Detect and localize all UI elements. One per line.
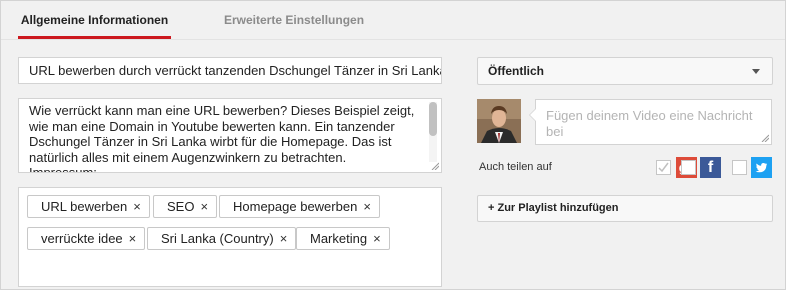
facebook-checkbox[interactable] [681,160,696,175]
avatar-photo [477,99,521,143]
tab-bar: Allgemeine Informationen Erweiterte Eins… [1,1,785,40]
tag-label: URL bewerben [41,199,128,214]
chevron-down-icon [752,69,760,74]
privacy-selected-value: Öffentlich [488,64,544,78]
checkmark-icon [658,162,669,173]
description-line: wie man eine Domain in Youtube bewerten … [29,118,395,134]
tag-remove-icon[interactable]: × [133,199,141,214]
tag-chip: Homepage bewerben × [219,195,380,218]
tags-input[interactable]: URL bewerben × SEO × Homepage bewerben × ve… [18,187,442,287]
tag-label: Marketing [310,231,368,246]
tab-general-info[interactable]: Allgemeine Informationen [18,1,171,39]
tag-label: Sri Lanka (Country) [161,231,274,246]
message-placeholder: Fügen deinem Video eine Nachricht bei [546,108,753,139]
tag-chip: Sri Lanka (Country) × [147,227,297,250]
resize-handle-icon[interactable] [761,134,769,142]
tag-remove-icon[interactable]: × [373,231,381,246]
add-to-playlist-button[interactable]: + Zur Playlist hinzufügen [477,195,773,222]
tag-chip: verrückte idee × [27,227,146,250]
twitter-checkbox[interactable] [732,160,747,175]
speech-arrow-inner [530,109,536,121]
twitter-icon[interactable] [751,157,772,178]
tag-remove-icon[interactable]: × [280,231,288,246]
resize-handle-icon[interactable] [431,162,439,170]
tag-chip: SEO × [153,195,218,218]
description-scrollbar[interactable] [429,102,437,162]
description-line: Impressum: [29,165,97,173]
video-title-input[interactable]: URL bewerben durch verrückt tanzenden Ds… [18,57,442,84]
share-label: Auch teilen auf [479,161,552,173]
tag-label: verrückte idee [41,231,123,246]
video-description-textarea[interactable]: Wie verrückt kann man eine URL bewerben?… [18,98,442,173]
description-line: natürlich alles mit einem Augenzwinkern … [29,149,347,165]
description-line: Dschungel Tänzer in Sri Lanka wirbt für … [29,134,392,149]
description-line: Wie verrückt kann man eine URL bewerben?… [29,103,415,118]
share-message-input[interactable]: Fügen deinem Video eine Nachricht bei [529,99,772,145]
google-plus-checkbox[interactable] [656,160,671,175]
tag-remove-icon[interactable]: × [129,231,137,246]
tag-label: Homepage bewerben [233,199,358,214]
facebook-icon[interactable]: f [700,157,721,178]
tag-remove-icon[interactable]: × [200,199,208,214]
tag-chip: Marketing × [296,227,390,250]
tab-advanced-settings[interactable]: Erweiterte Einstellungen [224,1,364,37]
privacy-select[interactable]: Öffentlich [477,57,773,85]
upload-info-panel: Allgemeine Informationen Erweiterte Eins… [0,0,786,290]
scrollbar-thumb[interactable] [429,102,437,136]
tag-label: SEO [167,199,195,214]
tag-chip: URL bewerben × [27,195,150,218]
avatar [477,99,521,143]
tag-remove-icon[interactable]: × [363,199,371,214]
twitter-bird-icon [755,163,767,173]
